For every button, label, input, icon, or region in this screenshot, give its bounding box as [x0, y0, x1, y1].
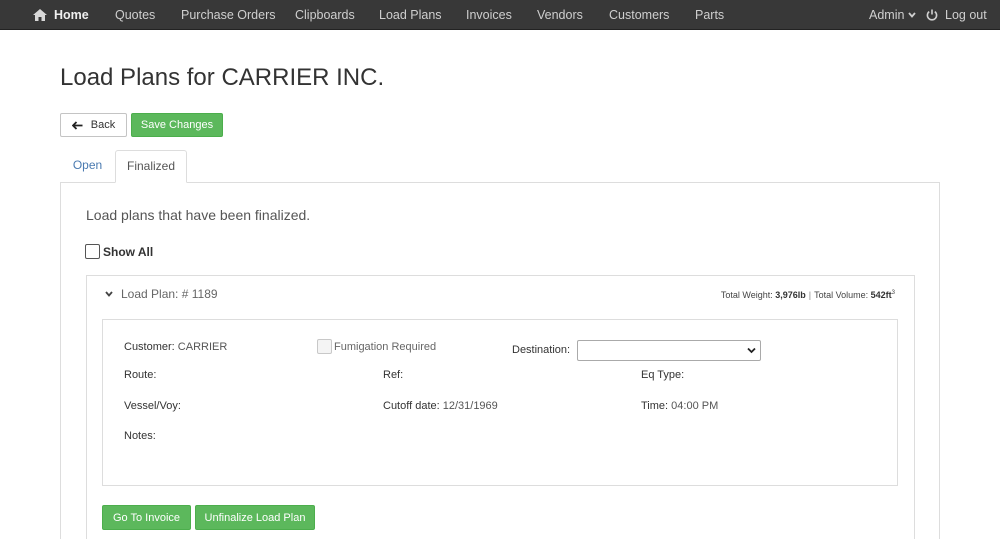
panel-description: Load plans that have been finalized. [86, 207, 311, 223]
time-label: Time: [641, 400, 672, 412]
nav-parts[interactable]: Parts [695, 0, 724, 30]
destination-select[interactable] [577, 340, 761, 361]
nav-purchase-orders[interactable]: Purchase Orders [181, 0, 275, 30]
go-to-invoice-button[interactable]: Go To Invoice [102, 505, 191, 530]
cutoff-field: Cutoff date: 12/31/1969 [383, 400, 498, 412]
home-icon [33, 9, 47, 21]
nav-vendors[interactable]: Vendors [537, 0, 583, 30]
back-button[interactable]: Back [60, 113, 127, 137]
time-field: Time: 04:00 PM [641, 400, 718, 412]
fumigation-field: Fumigation Required [317, 339, 436, 354]
page-title: Load Plans for CARRIER INC. [60, 64, 385, 91]
chevron-down-icon [105, 291, 113, 297]
notes-label: Notes: [124, 430, 156, 442]
top-navbar: Home Quotes Purchase Orders Clipboards L… [0, 0, 1000, 30]
power-icon [926, 9, 938, 21]
load-plan-header[interactable]: Load Plan: # 1189 [105, 287, 218, 301]
customer-field: Customer: CARRIER [124, 341, 227, 353]
tab-open[interactable]: Open [60, 150, 115, 183]
chevron-down-icon [747, 347, 756, 354]
logout-link[interactable]: Log out [926, 0, 987, 30]
logout-label: Log out [945, 8, 987, 22]
fumigation-label: Fumigation Required [334, 340, 437, 353]
nav-customers[interactable]: Customers [609, 0, 669, 30]
tab-finalized[interactable]: Finalized [115, 150, 187, 183]
nav-invoices[interactable]: Invoices [466, 0, 512, 30]
nav-quotes[interactable]: Quotes [115, 0, 155, 30]
save-changes-button[interactable]: Save Changes [131, 113, 223, 137]
load-plan-number: 1189 [191, 287, 218, 301]
customer-value: CARRIER [177, 341, 228, 353]
show-all-toggle[interactable]: Show All [85, 244, 153, 259]
load-plan-totals: Total Weight: 3,976lb | Total Volume: 542f… [721, 290, 895, 300]
total-weight: 3,976lb [775, 290, 806, 300]
show-all-label: Show All [103, 244, 154, 259]
nav-home-label: Home [54, 8, 89, 22]
admin-label: Admin [869, 8, 905, 22]
back-label: Back [90, 119, 116, 131]
cutoff-value: 12/31/1969 [442, 400, 498, 412]
time-value: 04:00 PM [671, 400, 719, 412]
route-label: Route: [124, 369, 157, 381]
customer-label: Customer: [124, 341, 178, 353]
nav-home[interactable]: Home [33, 0, 89, 30]
fumigation-checkbox[interactable] [317, 339, 332, 354]
ref-label: Ref: [383, 369, 404, 381]
total-volume: 542ft [870, 290, 892, 300]
eq-type-label: Eq Type: [641, 369, 685, 381]
nav-load-plans[interactable]: Load Plans [379, 0, 442, 30]
admin-dropdown[interactable]: Admin [869, 0, 917, 30]
unfinalize-button[interactable]: Unfinalize Load Plan [195, 505, 315, 530]
chevron-down-icon [908, 12, 917, 18]
arrow-left-icon [71, 120, 83, 130]
cutoff-label: Cutoff date: [383, 400, 443, 412]
show-all-checkbox[interactable] [85, 244, 100, 259]
destination-label: Destination: [512, 344, 571, 356]
nav-clipboards[interactable]: Clipboards [295, 0, 355, 30]
totals-separator: | [808, 290, 812, 300]
total-volume-label: Total Volume: [814, 290, 871, 300]
load-plan-prefix: Load Plan: # [121, 287, 192, 301]
vessel-label: Vessel/Voy: [124, 400, 181, 412]
volume-exponent: 3 [891, 290, 895, 296]
total-weight-label: Total Weight: [720, 290, 776, 300]
